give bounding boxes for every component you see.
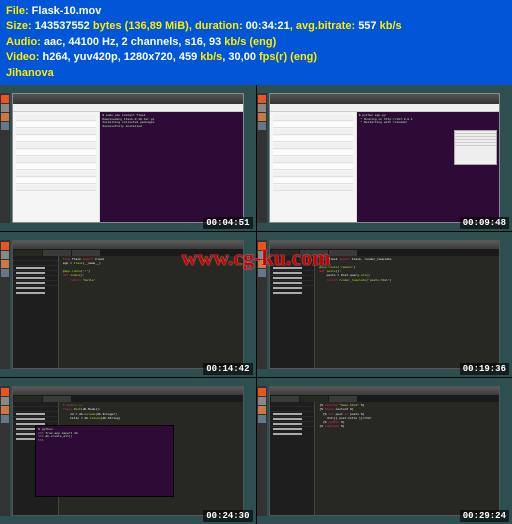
ide-window: # models.py class Post(db.Model): id = d… <box>12 386 244 516</box>
terminal-pane: $ python app.py * Running on http://127.… <box>357 112 499 222</box>
media-info-header: File: Flask-10.mov Size: 143537552 bytes… <box>0 0 512 85</box>
code-panel <box>454 130 497 165</box>
editor-tabs <box>13 249 243 256</box>
timestamp-badge: 00:19:36 <box>460 363 509 375</box>
launcher-icon <box>1 122 9 130</box>
file-tree <box>270 256 316 369</box>
file-value: Flask-10.mov <box>32 5 102 17</box>
ubuntu-launcher <box>0 93 10 223</box>
browser-window: $ python app.py * Running on http://127.… <box>269 93 501 223</box>
ide-window: from flask import Flask, render_template… <box>269 240 501 370</box>
video-thumbnail: from flask import Flask, render_template… <box>257 232 512 378</box>
code-editor: from flask import Flask app = Flask(__na… <box>59 256 243 369</box>
timestamp-badge: 00:14:42 <box>203 363 252 375</box>
size-label: Size: <box>6 20 35 32</box>
duration-label: , duration: <box>189 20 246 32</box>
bitrate-value: 557 <box>358 20 379 32</box>
ide-window: {% extends "base.html" %} {% block conte… <box>269 386 501 516</box>
addressbar <box>13 104 243 112</box>
launcher-icon <box>1 113 9 121</box>
terminal-overlay: $ python >>> from app import db >>> db.c… <box>35 425 174 496</box>
browser-window: $ sudo pip install flask Downloading Fla… <box>12 93 244 223</box>
file-tree <box>270 402 316 515</box>
video-value: h264, yuv420p, 1280x720, 459 <box>42 51 200 63</box>
video-thumbnail: from flask import Flask app = Flask(__na… <box>0 232 256 378</box>
video-unit: kb/s <box>200 51 222 63</box>
size-value: 143537552 <box>35 20 93 32</box>
bitrate-unit: kb/s <box>380 20 402 32</box>
ubuntu-launcher <box>257 240 267 370</box>
launcher-icon <box>1 104 9 112</box>
credit: Jihanova <box>6 67 54 79</box>
video-thumbnail: # models.py class Post(db.Model): id = d… <box>0 378 256 524</box>
file-label: File: <box>6 5 32 17</box>
video-thumbnail: {% extends "base.html" %} {% block conte… <box>257 378 512 524</box>
ide-window: from flask import Flask app = Flask(__na… <box>12 240 244 370</box>
file-tree <box>13 256 59 369</box>
timestamp-badge: 00:29:24 <box>460 510 509 522</box>
video-thumbnail: $ sudo pip install flask Downloading Fla… <box>0 85 256 231</box>
size-unit: bytes (136,89 MiB) <box>93 20 189 32</box>
terminal-pane: $ sudo pip install flask Downloading Fla… <box>100 112 242 222</box>
code-editor: from flask import Flask, render_template… <box>315 256 499 369</box>
ubuntu-launcher <box>257 386 267 516</box>
timestamp-badge: 00:09:48 <box>460 217 509 229</box>
ubuntu-launcher <box>0 240 10 370</box>
audio-unit: kb/s (eng) <box>224 36 276 48</box>
thumbnail-grid: www.cg-ku.com $ sudo pip install <box>0 85 512 524</box>
doc-table <box>270 112 357 222</box>
bitrate-label: , avg.bitrate: <box>290 20 358 32</box>
video-thumbnail: $ python app.py * Running on http://127.… <box>257 85 512 231</box>
doc-table <box>13 112 100 222</box>
code-editor: {% extends "base.html" %} {% block conte… <box>315 402 499 515</box>
launcher-icon <box>1 95 9 103</box>
timestamp-badge: 00:24:30 <box>203 510 252 522</box>
titlebar <box>13 94 243 104</box>
duration-value: 00:34:21 <box>246 20 290 32</box>
audio-label: Audio: <box>6 36 44 48</box>
audio-value: aac, 44100 Hz, 2 channels, s16, 93 <box>44 36 224 48</box>
ubuntu-launcher <box>257 93 267 223</box>
timestamp-badge: 00:04:51 <box>203 217 252 229</box>
fps-unit: fps(r) (eng) <box>259 51 317 63</box>
ubuntu-launcher <box>0 386 10 516</box>
fps-value: , 30,00 <box>222 51 259 63</box>
video-label: Video: <box>6 51 42 63</box>
